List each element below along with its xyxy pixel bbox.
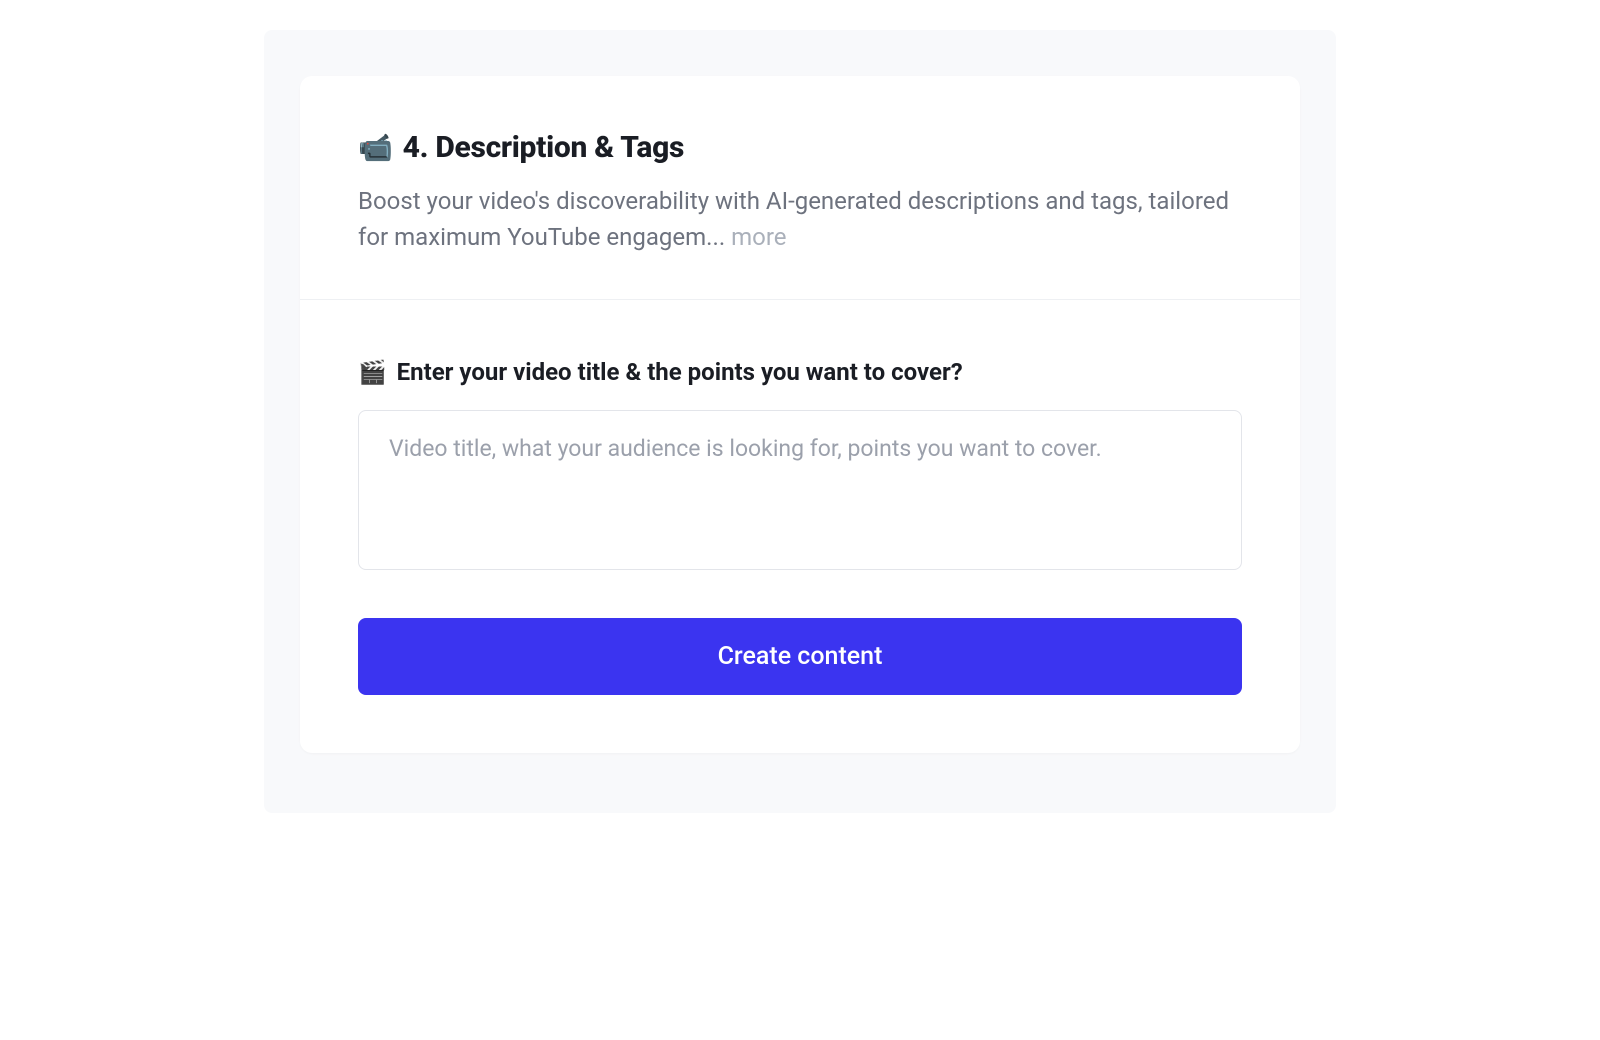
card-title-text: 4. Description & Tags: [403, 130, 685, 165]
more-link[interactable]: more: [731, 223, 786, 251]
create-content-button[interactable]: Create content: [358, 618, 1242, 695]
card-body: 🎬 Enter your video title & the points yo…: [300, 300, 1300, 753]
card-title: 📹 4. Description & Tags: [358, 130, 1242, 165]
clapper-icon: 🎬: [358, 361, 387, 384]
card-description-text: Boost your video's discoverability with …: [358, 187, 1229, 251]
description-tags-card: 📹 4. Description & Tags Boost your video…: [300, 76, 1300, 753]
field-label: 🎬 Enter your video title & the points yo…: [358, 358, 1242, 386]
card-header: 📹 4. Description & Tags Boost your video…: [300, 76, 1300, 300]
video-camera-icon: 📹: [358, 134, 393, 162]
video-title-input[interactable]: [358, 410, 1242, 570]
field-label-text: Enter your video title & the points you …: [397, 358, 963, 386]
outer-panel: 📹 4. Description & Tags Boost your video…: [264, 30, 1336, 813]
card-description: Boost your video's discoverability with …: [358, 183, 1242, 255]
